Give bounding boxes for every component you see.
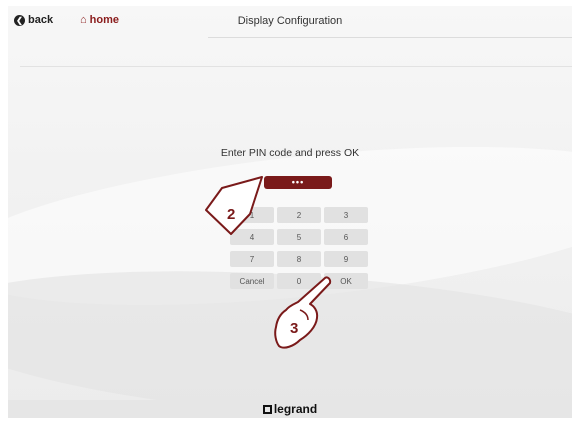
callout-2-arrow: 2 <box>205 176 263 235</box>
callout-2-label: 2 <box>227 206 235 223</box>
callout-3-label: 3 <box>290 320 298 337</box>
annotation-overlay: 2 3 <box>205 176 332 349</box>
pointing-hand-icon: 3 <box>274 276 332 349</box>
